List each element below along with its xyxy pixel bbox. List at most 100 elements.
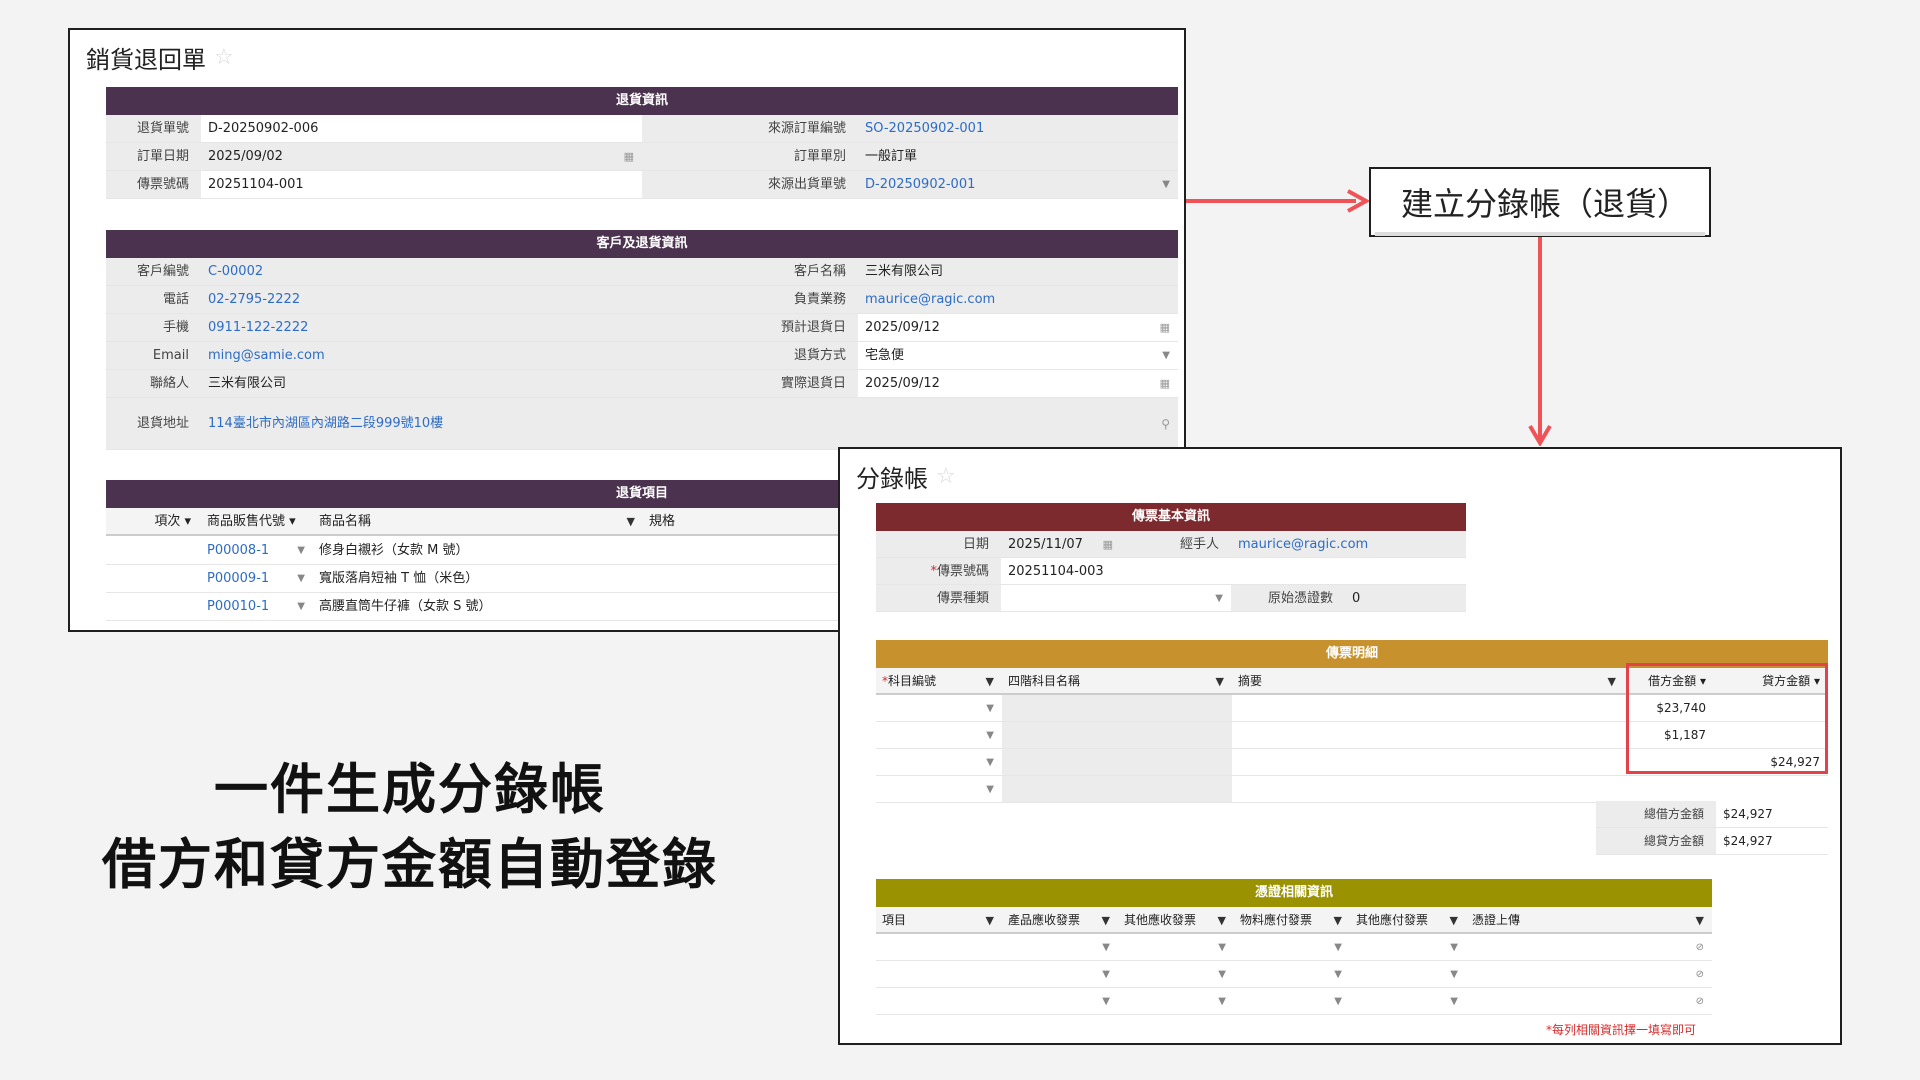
mobile-link[interactable]: 0911-122-2222	[201, 314, 642, 341]
col-index[interactable]: 項次 ▾	[106, 508, 201, 534]
chevron-down-icon[interactable]: ▼	[1102, 961, 1110, 987]
item-code-link[interactable]: P00009-1 ▼	[201, 565, 313, 592]
row-total-credit: 總貸方金額 $24,927	[1596, 828, 1828, 855]
col-upload[interactable]: 憑證上傳 ▼	[1466, 907, 1712, 932]
chevron-down-icon: ▼	[1333, 914, 1342, 927]
chevron-down-icon[interactable]: ▼	[1102, 988, 1110, 1014]
col-summary[interactable]: 摘要 ▼	[1232, 668, 1624, 693]
row-total-debit: 總借方金額 $24,927	[1596, 801, 1828, 828]
item-code-link[interactable]: P00010-1 ▼	[201, 593, 313, 620]
cust-no-link[interactable]: C-00002	[201, 258, 642, 285]
row-method: 退貨方式 宅急便 ▼	[642, 342, 1178, 370]
table-row: ▼ ▼ ▼ ▼ ⊘	[876, 988, 1712, 1015]
chevron-down-icon[interactable]: ▼	[986, 695, 994, 721]
journal-voucher-field[interactable]: 20251104-003	[1001, 558, 1466, 584]
chevron-down-icon[interactable]: ▼	[1450, 934, 1458, 960]
journal-date-field[interactable]: 2025/11/07 ▦	[1001, 531, 1121, 557]
chevron-down-icon[interactable]: ▼	[986, 776, 994, 802]
address-link[interactable]: 114臺北市內湖區內湖路二段999號10樓 ⚲	[201, 398, 1178, 449]
calendar-icon[interactable]: ▦	[624, 143, 634, 170]
chevron-down-icon[interactable]: ▼	[1102, 934, 1110, 960]
col-account-no[interactable]: *科目編號 ▼	[876, 668, 1002, 693]
proof-note: *每列相關資訊擇一填寫即可	[1546, 1023, 1697, 1037]
chevron-down-icon[interactable]: ▼	[1450, 961, 1458, 987]
cust-name-field[interactable]: 三米有限公司	[858, 258, 1178, 285]
paperclip-icon[interactable]: ⊘	[1696, 988, 1704, 1014]
chevron-down-icon: ▼	[985, 914, 994, 927]
row-address: 退貨地址 114臺北市內湖區內湖路二段999號10樓 ⚲	[106, 398, 1178, 450]
chevron-down-icon: ▼	[985, 675, 994, 688]
chevron-down-icon[interactable]: ▼	[1334, 934, 1342, 960]
order-date-field[interactable]: 2025/09/02 ▦	[201, 143, 642, 170]
chevron-down-icon[interactable]: ▼	[986, 722, 994, 748]
handler-link[interactable]: maurice@ragic.com	[1231, 531, 1466, 557]
row-mobile: 手機 0911-122-2222	[106, 314, 642, 342]
orig-count-field[interactable]: 0	[1345, 585, 1466, 611]
chevron-down-icon[interactable]: ▼	[986, 749, 994, 775]
method-field[interactable]: 宅急便 ▼	[858, 342, 1178, 369]
chevron-down-icon: ▼	[1217, 914, 1226, 927]
table-row: ▼ ▼ ▼ ▼ ⊘	[876, 961, 1712, 988]
row-type-orig: 傳票種類 ▼ 原始憑證數 0	[876, 585, 1466, 612]
col-account-name[interactable]: 四階科目名稱 ▼	[1002, 668, 1232, 693]
section-basic: 傳票基本資訊	[876, 503, 1466, 531]
chevron-down-icon: ▾	[184, 514, 191, 529]
calendar-icon[interactable]: ▦	[1160, 370, 1170, 397]
row-cust-no: 客戶編號 C-00002	[106, 258, 642, 286]
act-date-field[interactable]: 2025/09/12 ▦	[858, 370, 1178, 397]
item-code-link[interactable]: P00008-1 ▼	[201, 537, 313, 564]
row-date-handler: 日期 2025/11/07 ▦ 經手人 maurice@ragic.com	[876, 531, 1466, 558]
src-order-link[interactable]: SO-20250902-001	[858, 115, 1178, 142]
exp-date-field[interactable]: 2025/09/12 ▦	[858, 314, 1178, 341]
chevron-down-icon: ▾	[289, 514, 296, 529]
row-exp-date: 預計退貨日 2025/09/12 ▦	[642, 314, 1178, 342]
chevron-down-icon[interactable]: ▼	[297, 593, 305, 620]
paperclip-icon[interactable]: ⊘	[1696, 934, 1704, 960]
voucher-no-field[interactable]: 20251104-001	[201, 171, 642, 198]
star-icon[interactable]: ☆	[214, 45, 234, 70]
chevron-down-icon[interactable]: ▼	[297, 565, 305, 592]
total-debit-value: $24,927	[1716, 801, 1828, 827]
phone-link[interactable]: 02-2795-2222	[201, 286, 642, 313]
arrowhead-down-icon	[1528, 424, 1552, 446]
chevron-down-icon: ▼	[1607, 675, 1616, 688]
email-link[interactable]: ming@samie.com	[201, 342, 642, 369]
col-code[interactable]: 商品販售代號 ▾	[201, 508, 313, 534]
chevron-down-icon: ▼	[1695, 914, 1704, 927]
calendar-icon[interactable]: ▦	[1103, 531, 1113, 557]
chevron-down-icon: ▼	[626, 515, 635, 528]
col-product-ar[interactable]: 產品應收發票 ▼	[1002, 907, 1118, 932]
row-cust-name: 客戶名稱 三米有限公司	[642, 258, 1178, 286]
sales-link[interactable]: maurice@ragic.com	[858, 286, 1178, 313]
map-pin-icon[interactable]: ⚲	[1161, 398, 1170, 449]
journal-panel: 分錄帳 ☆ 傳票基本資訊 日期 2025/11/07 ▦ 經手人 maurice@…	[838, 447, 1842, 1045]
col-other-ar[interactable]: 其他應收發票 ▼	[1118, 907, 1234, 932]
order-type-field[interactable]: 一般訂單	[858, 143, 1178, 170]
src-ship-field[interactable]: D-20250902-001 ▼	[858, 171, 1178, 198]
chevron-down-icon[interactable]: ▼	[1450, 988, 1458, 1014]
col-material-ap[interactable]: 物料應付發票 ▼	[1234, 907, 1350, 932]
chevron-down-icon[interactable]: ▼	[1215, 585, 1223, 611]
star-icon[interactable]: ☆	[936, 464, 956, 489]
paperclip-icon[interactable]: ⊘	[1696, 961, 1704, 987]
chevron-down-icon[interactable]: ▼	[1218, 988, 1226, 1014]
chevron-down-icon[interactable]: ▼	[1334, 961, 1342, 987]
chevron-down-icon[interactable]: ▼	[1162, 171, 1170, 198]
chevron-down-icon[interactable]: ▼	[1218, 961, 1226, 987]
chevron-down-icon[interactable]: ▼	[297, 537, 305, 564]
col-other-ap[interactable]: 其他應付發票 ▼	[1350, 907, 1466, 932]
proof-header: 項目 ▼ 產品應收發票 ▼ 其他應收發票 ▼ 物料應付發票 ▼ 其他應付發票 ▼ 憑證上傳…	[876, 907, 1712, 934]
return-no-field[interactable]: D-20250902-006	[201, 115, 642, 142]
create-journal-callout: 建立分錄帳（退貨）	[1369, 167, 1711, 237]
chevron-down-icon[interactable]: ▼	[1162, 342, 1170, 369]
section-return-info: 退貨資訊	[106, 87, 1178, 115]
calendar-icon[interactable]: ▦	[1160, 314, 1170, 341]
journal-type-select[interactable]: ▼	[1001, 585, 1231, 611]
col-name[interactable]: 商品名稱 ▼	[313, 508, 643, 534]
col-item[interactable]: 項目 ▼	[876, 907, 1002, 932]
chevron-down-icon[interactable]: ▼	[1334, 988, 1342, 1014]
row-phone: 電話 02-2795-2222	[106, 286, 642, 314]
contact-field[interactable]: 三米有限公司	[201, 370, 642, 397]
chevron-down-icon[interactable]: ▼	[1218, 934, 1226, 960]
row-order-date: 訂單日期 2025/09/02 ▦	[106, 143, 642, 171]
